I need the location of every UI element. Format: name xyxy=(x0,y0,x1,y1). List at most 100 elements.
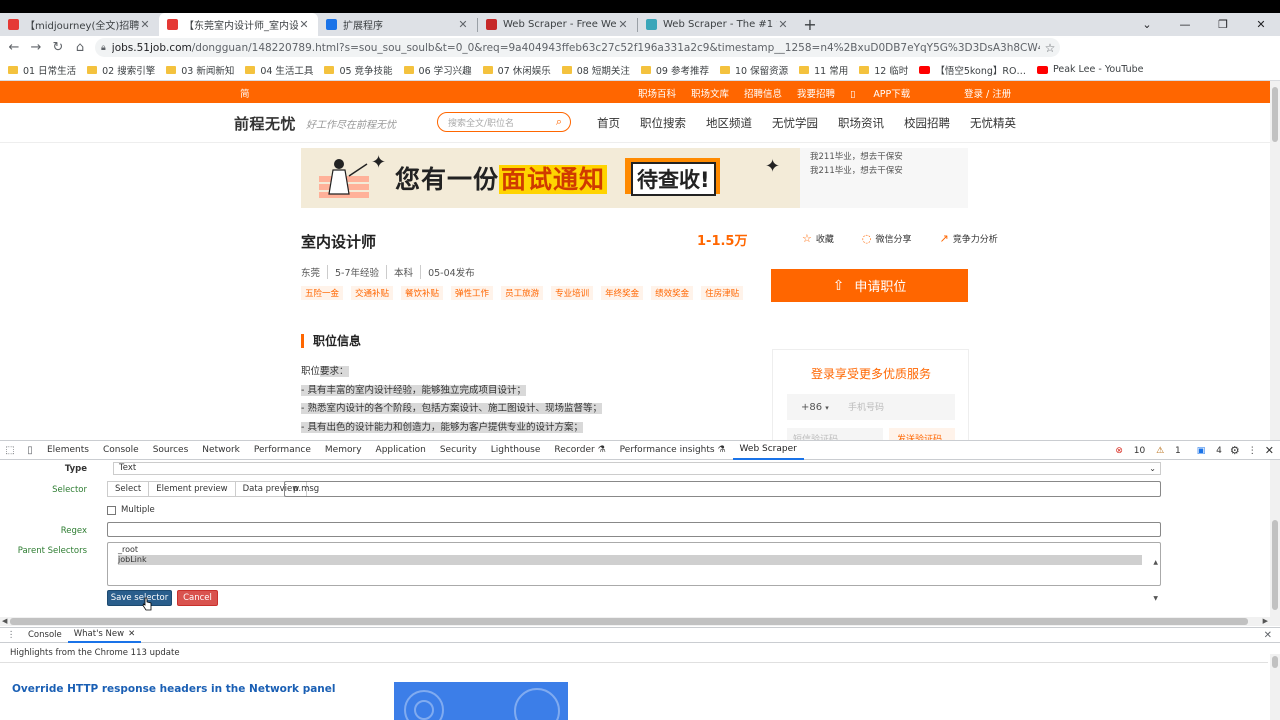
favorite-button[interactable]: ☆ 收藏 xyxy=(802,232,848,245)
browser-tab-3[interactable]: 扩展程序 ✕ xyxy=(318,13,477,36)
devtools-tab-memory[interactable]: Memory xyxy=(318,441,369,460)
browser-tab-1[interactable]: 【midjourney(全文)招聘，求职… ✕ xyxy=(0,13,159,36)
page-scrollbar[interactable] xyxy=(1270,81,1280,440)
drawer-tab-console[interactable]: Console xyxy=(22,628,68,643)
tab-close-icon[interactable]: ✕ xyxy=(139,18,151,31)
star-bookmark-icon[interactable]: ☆ xyxy=(1040,41,1060,55)
tab-close-icon[interactable]: ✕ xyxy=(617,18,629,31)
browser-tab-4[interactable]: Web Scraper - Free Web Scrap… ✕ xyxy=(478,13,637,36)
top-link-jobs[interactable]: 招聘信息 xyxy=(744,86,782,100)
devtools-tab-web-scraper[interactable]: Web Scraper xyxy=(732,441,804,460)
tab-close-icon[interactable]: ✕ xyxy=(457,18,469,31)
minimize-icon[interactable]: — xyxy=(1166,13,1204,36)
horizontal-scrollbar-thumb[interactable] xyxy=(10,618,1248,625)
devtools-horizontal-scrollbar[interactable]: ◀ ▶ xyxy=(0,617,1270,626)
multiple-checkbox[interactable] xyxy=(107,505,116,515)
home-icon[interactable]: ⌂ xyxy=(69,40,91,55)
multiple-checkbox-row[interactable]: Multiple xyxy=(107,505,155,515)
scroll-right-icon[interactable]: ▶ xyxy=(1263,617,1268,625)
bookmark-item[interactable]: 03 新闻新知 xyxy=(166,63,234,77)
devtools-more-icon[interactable]: ⋮ xyxy=(1248,446,1257,456)
parent-selectors-list[interactable]: _root jobLink ▲ ▼ xyxy=(107,542,1161,602)
devtools-close-icon[interactable]: ✕ xyxy=(1265,444,1274,457)
tab-search-icon[interactable]: ⌄ xyxy=(1128,13,1166,36)
nav-elite[interactable]: 无忧精英 xyxy=(970,115,1016,131)
bookmark-item[interactable]: 06 学习兴趣 xyxy=(403,63,472,77)
devtools-tab-security[interactable]: Security xyxy=(433,441,484,460)
sms-code-input[interactable]: 短信验证码 xyxy=(787,428,883,440)
devtools-tab-console[interactable]: Console xyxy=(96,441,146,460)
devtools-tab-performance[interactable]: Performance xyxy=(247,441,318,460)
browser-tab-2[interactable]: 【东莞室内设计师_室内设计师招… ✕ xyxy=(159,13,318,36)
bookmark-item[interactable]: 04 生活工具 xyxy=(245,63,313,77)
drawer-scrollbar-thumb[interactable] xyxy=(1272,656,1278,668)
search-icon[interactable]: ⌕ xyxy=(556,115,562,129)
devtools-tab-lighthouse[interactable]: Lighthouse xyxy=(484,441,548,460)
bookmark-item[interactable]: 【悟空5kong】RO… xyxy=(919,63,1026,77)
bookmark-item[interactable]: 05 竞争技能 xyxy=(324,63,393,77)
devtools-vertical-scrollbar[interactable] xyxy=(1270,460,1280,626)
address-url[interactable]: jobs.51job.com/dongguan/148220789.html?s… xyxy=(112,42,1040,54)
devtools-vertical-scrollbar-thumb[interactable] xyxy=(1272,520,1278,610)
list-scroll-arrows[interactable]: ▲ ▼ xyxy=(1153,545,1158,617)
nav-home[interactable]: 首页 xyxy=(597,115,620,131)
info-counter[interactable]: ▣ 4 xyxy=(1189,446,1222,456)
devtools-tab-sources[interactable]: Sources xyxy=(146,441,196,460)
whats-new-headline[interactable]: Override HTTP response headers in the Ne… xyxy=(12,683,336,695)
type-select[interactable]: Text ⌄ xyxy=(113,462,1161,475)
parent-option-joblink[interactable]: jobLink xyxy=(118,555,1142,565)
drawer-scrollbar[interactable] xyxy=(1270,654,1280,720)
browser-tab-5[interactable]: Web Scraper - The #1 web scr… ✕ xyxy=(638,13,797,36)
page-scrollbar-thumb[interactable] xyxy=(1272,87,1278,142)
close-icon[interactable]: ✕ xyxy=(128,629,135,639)
device-toolbar-icon[interactable]: ▯ xyxy=(20,445,40,456)
nav-news[interactable]: 职场资讯 xyxy=(838,115,884,131)
back-arrow-icon[interactable]: ← xyxy=(3,40,25,55)
settings-gear-icon[interactable]: ⚙ xyxy=(1230,444,1240,457)
nav-region[interactable]: 地区频道 xyxy=(706,115,752,131)
bookmark-item[interactable]: 08 短期关注 xyxy=(561,63,630,77)
bookmark-item[interactable]: Peak Lee - YouTube xyxy=(1036,64,1143,75)
send-code-button[interactable]: 发送验证码 xyxy=(889,428,955,440)
tab-close-icon[interactable]: ✕ xyxy=(298,18,310,31)
reload-icon[interactable]: ↻ xyxy=(47,40,69,55)
drawer-menu-icon[interactable]: ⋮ xyxy=(0,630,22,640)
devtools-tab-performance-insights[interactable]: Performance insights ⚗ xyxy=(613,441,733,460)
top-link-app[interactable]: ▯ APP下载 xyxy=(850,86,925,100)
nav-campus[interactable]: 校园招聘 xyxy=(904,115,950,131)
cancel-button[interactable]: Cancel xyxy=(177,590,218,606)
bookmark-item[interactable]: 10 保留资源 xyxy=(719,63,788,77)
site-logo[interactable]: 前程无忧 xyxy=(234,113,296,134)
bookmark-item[interactable]: 12 临时 xyxy=(859,63,908,77)
country-code-select[interactable]: +86 xyxy=(801,402,822,413)
forward-arrow-icon[interactable]: → xyxy=(25,40,47,55)
apply-job-button[interactable]: ⇧ 申请职位 xyxy=(771,269,968,302)
bookmark-item[interactable]: 02 搜索引擎 xyxy=(87,63,155,77)
inspect-element-icon[interactable]: ⬚ xyxy=(0,445,20,456)
bookmark-item[interactable]: 11 常用 xyxy=(799,63,848,77)
element-preview-button[interactable]: Element preview xyxy=(148,481,236,497)
restore-icon[interactable]: ❐ xyxy=(1204,13,1242,36)
scroll-left-icon[interactable]: ◀ xyxy=(2,617,7,625)
competitiveness-button[interactable]: ↗ 竞争力分析 xyxy=(940,232,1012,245)
top-link-library[interactable]: 职场文库 xyxy=(691,86,729,100)
devtools-tab-recorder[interactable]: Recorder ⚗ xyxy=(547,441,612,460)
drawer-tab-whats-new[interactable]: What's New ✕ xyxy=(67,628,142,643)
tab-close-icon[interactable]: ✕ xyxy=(777,18,789,31)
side-ad[interactable]: 我211毕业，想去干保安 我211毕业，想去干保安 xyxy=(800,148,968,208)
bookmark-item[interactable]: 09 参考推荐 xyxy=(640,63,709,77)
issues-counter[interactable]: ⊗ 10 ⚠ 1 xyxy=(1107,446,1180,456)
top-link-hire[interactable]: 我要招聘 xyxy=(797,86,835,100)
interview-banner[interactable]: ✦ 您有一份面试通知 待查收! ✦ xyxy=(301,148,800,208)
devtools-tab-elements[interactable]: Elements xyxy=(40,441,96,460)
close-window-icon[interactable]: ✕ xyxy=(1242,13,1280,36)
selector-input[interactable]: p.msg xyxy=(284,481,1161,497)
save-selector-button[interactable]: Save selector xyxy=(107,590,172,606)
phone-input[interactable]: +86 ▾ 手机号码 xyxy=(787,394,955,420)
bookmark-item[interactable]: 01 日常生活 xyxy=(8,63,76,77)
site-search-input[interactable]: 搜索全文/职位名 ⌕ xyxy=(437,112,571,132)
nav-academy[interactable]: 无忧学园 xyxy=(772,115,818,131)
lock-icon[interactable]: 🔒︎ xyxy=(101,43,106,53)
new-tab-button[interactable]: + xyxy=(797,13,823,36)
regex-input[interactable] xyxy=(107,522,1161,537)
